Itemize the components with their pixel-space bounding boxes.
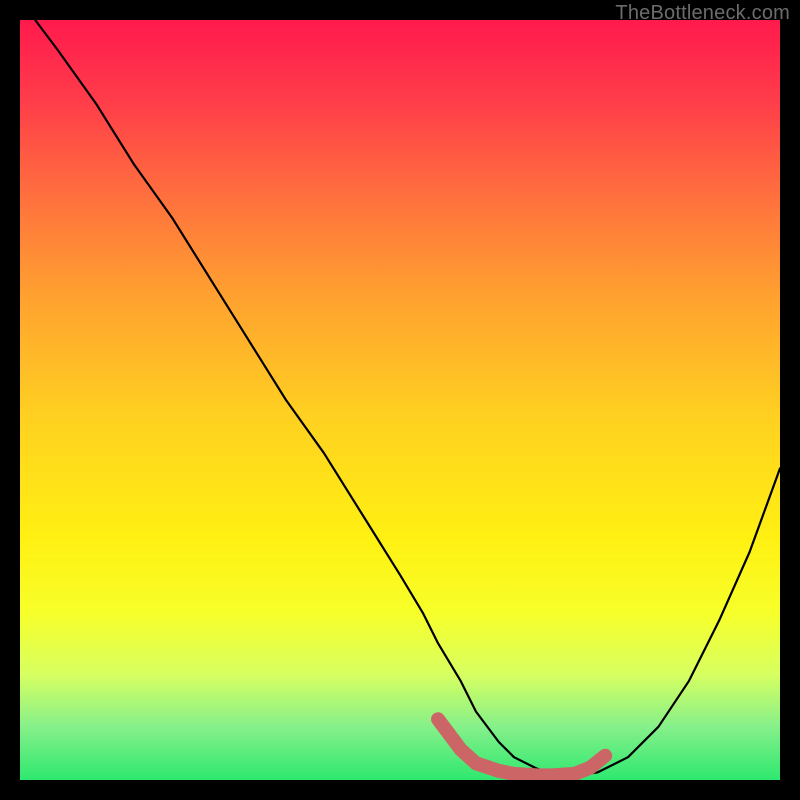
bottleneck-curve (35, 20, 780, 775)
optimal-range-highlight (438, 719, 605, 775)
chart-svg (20, 20, 780, 780)
plot-area (20, 20, 780, 780)
chart-frame: TheBottleneck.com (0, 0, 800, 800)
